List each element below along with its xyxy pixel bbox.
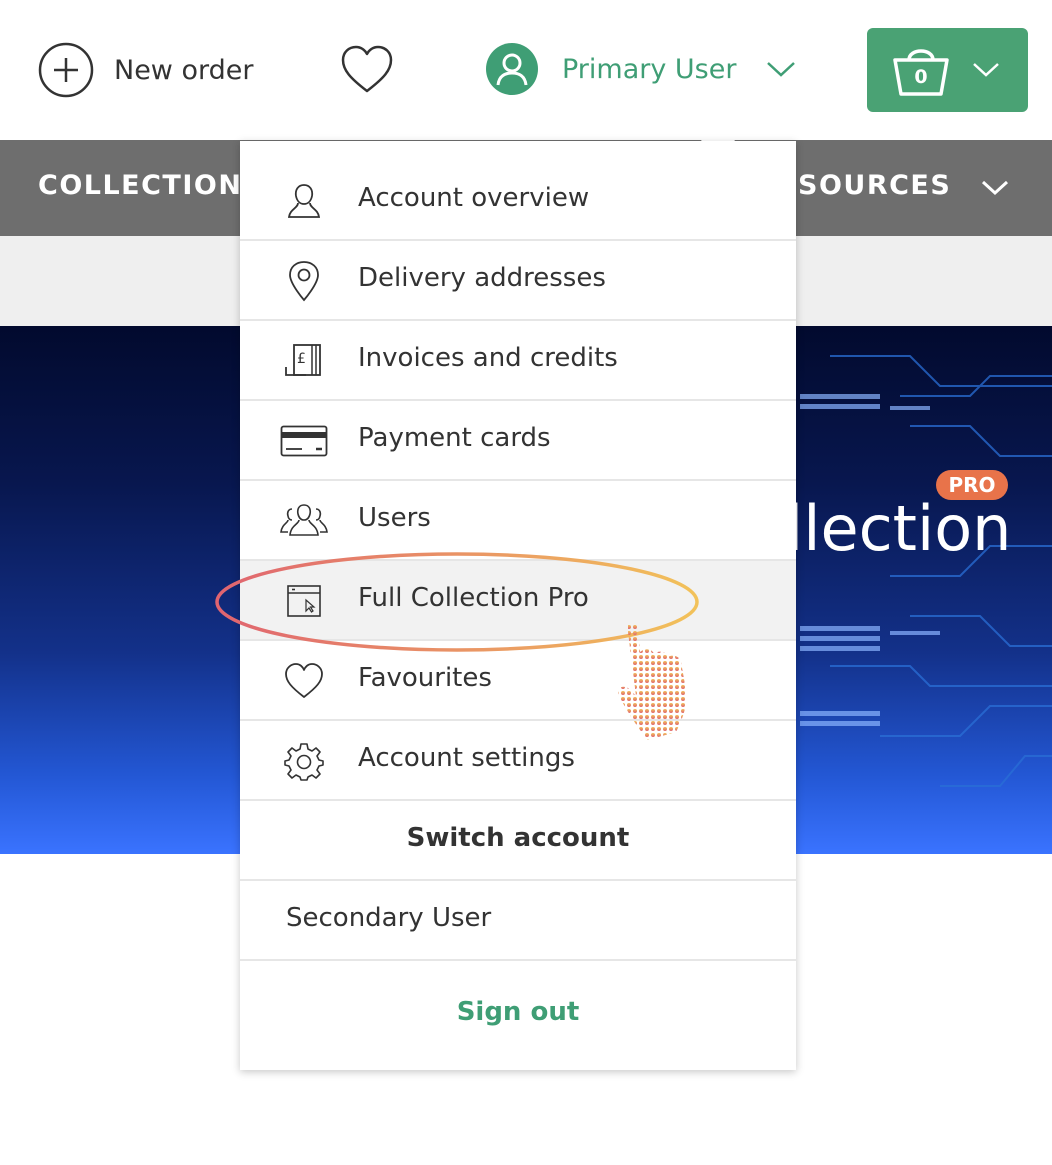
menu-item-delivery-addresses[interactable]: Delivery addresses (240, 241, 796, 321)
new-order-label: New order (114, 54, 254, 86)
user-menu-toggle[interactable]: Primary User (486, 42, 796, 96)
menu-item-label: Favourites (358, 663, 492, 693)
menu-item-users[interactable]: Users (240, 481, 796, 561)
account-dropdown-menu: Account overview Delivery addresses £ In… (240, 141, 796, 1070)
menu-item-label: Full Collection Pro (358, 583, 589, 613)
user-avatar-icon (496, 53, 528, 86)
location-pin-icon (278, 259, 330, 303)
chevron-down-icon (767, 62, 796, 77)
switch-account-label: Switch account (406, 823, 630, 853)
menu-item-account-settings[interactable]: Account settings (240, 721, 796, 801)
menu-item-label: Account overview (358, 183, 590, 213)
secondary-user-option[interactable]: Secondary User (240, 881, 796, 961)
menu-item-account-overview[interactable]: Account overview (240, 161, 796, 241)
circuit-pattern-graphic (800, 355, 1052, 787)
users-group-icon (278, 499, 330, 543)
chevron-down-icon[interactable] (980, 178, 1010, 198)
sign-out-button[interactable]: Sign out (240, 973, 796, 1059)
menu-item-label: Account settings (358, 743, 575, 773)
menu-item-payment-cards[interactable]: Payment cards (240, 401, 796, 481)
gear-icon (278, 739, 330, 783)
switch-account-heading: Switch account (240, 801, 796, 881)
menu-item-invoices-and-credits[interactable]: £ Invoices and credits (240, 321, 796, 401)
plus-circle-icon (38, 42, 94, 98)
menu-item-label: Users (358, 503, 431, 533)
menu-item-label: Delivery addresses (358, 263, 606, 293)
chevron-down-icon (973, 63, 999, 77)
credit-card-icon (278, 419, 330, 463)
secondary-user-label: Secondary User (286, 903, 492, 933)
invoice-icon: £ (278, 339, 330, 383)
nav-item-collection[interactable]: COLLECTION (38, 170, 242, 201)
menu-item-label: Invoices and credits (358, 343, 618, 373)
heart-icon (278, 659, 330, 703)
nav-item-resources[interactable]: SOURCES (798, 170, 951, 201)
dropdown-caret (700, 122, 736, 142)
sign-out-label: Sign out (456, 997, 580, 1027)
favourites-heart-icon[interactable] (340, 44, 394, 96)
top-header: New order Primary User 0 (0, 0, 1052, 140)
pro-badge: PRO (936, 470, 1008, 500)
menu-item-full-collection-pro[interactable]: Full Collection Pro (240, 561, 796, 641)
browser-window-icon (278, 579, 330, 623)
cart-count: 0 (914, 66, 928, 88)
svg-text:£: £ (297, 351, 306, 367)
user-outline-icon (278, 179, 330, 223)
menu-item-label: Payment cards (358, 423, 551, 453)
hero-title: llection (786, 492, 1012, 565)
cart-button[interactable]: 0 (867, 28, 1028, 112)
menu-item-favourites[interactable]: Favourites (240, 641, 796, 721)
avatar (486, 43, 538, 95)
user-name: Primary User (562, 53, 737, 85)
new-order-button[interactable]: New order (38, 42, 253, 98)
